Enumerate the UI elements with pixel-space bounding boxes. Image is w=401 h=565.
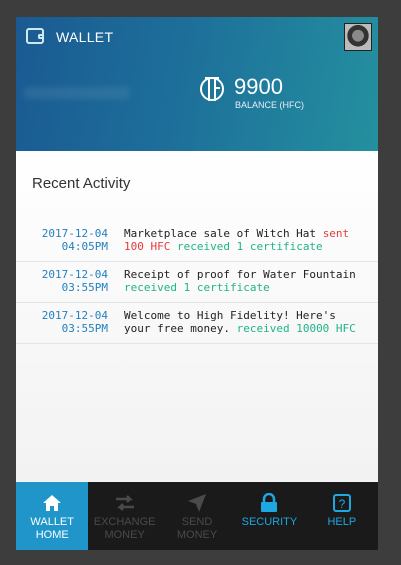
activity-description: Marketplace sale of Witch Hat sent 100 H… xyxy=(108,227,369,253)
svg-text:?: ? xyxy=(338,497,345,511)
balance-label: BALANCE (HFC) xyxy=(235,100,305,110)
nav-label: MONEY xyxy=(104,529,145,541)
bottom-nav: WALLET HOME EXCHANGE MONEY SEND MONEY SE… xyxy=(16,482,378,550)
nav-help[interactable]: ? HELP xyxy=(306,482,378,550)
help-icon: ? xyxy=(306,490,378,516)
activity-list: 2017-12-04 04:05PM Marketplace sale of W… xyxy=(16,221,378,344)
nav-label: HELP xyxy=(327,516,357,528)
activity-description: Welcome to High Fidelity! Here's your fr… xyxy=(108,309,369,335)
recent-activity-section: Recent Activity 2017-12-04 04:05PM Marke… xyxy=(16,151,378,481)
activity-time: 04:05PM xyxy=(61,240,108,253)
activity-item: 2017-12-04 03:55PM Receipt of proof for … xyxy=(16,262,378,303)
activity-date: 2017-12-04 xyxy=(41,309,108,322)
blurred-username xyxy=(24,87,129,99)
activity-description: Receipt of proof for Water Fountain rece… xyxy=(108,268,369,294)
nav-label: HOME xyxy=(35,529,69,541)
hfc-currency-icon xyxy=(200,77,224,101)
activity-timestamp: 2017-12-04 04:05PM xyxy=(16,227,108,253)
avatar[interactable] xyxy=(344,23,372,51)
activity-date: 2017-12-04 xyxy=(41,227,108,240)
nav-label: SECURITY xyxy=(241,516,298,528)
nav-label: SEND xyxy=(181,516,213,528)
nav-label: WALLET xyxy=(30,516,74,528)
activity-timestamp: 2017-12-04 03:55PM xyxy=(16,309,108,335)
activity-received: received 1 certificate xyxy=(176,240,323,253)
home-icon xyxy=(16,490,88,516)
nav-label: EXCHANGE xyxy=(93,516,156,528)
wallet-title: WALLET xyxy=(56,29,114,45)
wallet-header: WALLET 9900 BALANCE (HFC) xyxy=(16,17,378,151)
exchange-icon xyxy=(88,490,160,516)
nav-label: MONEY xyxy=(176,529,218,541)
nav-exchange-money[interactable]: EXCHANGE MONEY xyxy=(88,482,160,550)
activity-time: 03:55PM xyxy=(61,281,108,294)
activity-item: 2017-12-04 04:05PM Marketplace sale of W… xyxy=(16,221,378,262)
lock-icon xyxy=(233,490,305,516)
nav-security[interactable]: SECURITY xyxy=(233,482,305,550)
wallet-app: WALLET 9900 BALANCE (HFC) Recent Activit… xyxy=(16,17,378,550)
balance-value: 9900 xyxy=(234,74,283,99)
activity-received: received 10000 HFC xyxy=(236,322,356,335)
activity-received: received 1 certificate xyxy=(124,281,270,294)
wallet-icon xyxy=(26,28,44,44)
section-title: Recent Activity xyxy=(32,175,131,192)
activity-date: 2017-12-04 xyxy=(41,268,108,281)
nav-send-money[interactable]: SEND MONEY xyxy=(161,482,233,550)
activity-time: 03:55PM xyxy=(61,322,108,335)
activity-item: 2017-12-04 03:55PM Welcome to High Fidel… xyxy=(16,303,378,344)
activity-text: Receipt of proof for Water Fountain xyxy=(124,268,356,281)
activity-timestamp: 2017-12-04 03:55PM xyxy=(16,268,108,294)
activity-text: Marketplace sale of Witch Hat xyxy=(124,227,317,240)
send-icon xyxy=(161,490,233,516)
nav-wallet-home[interactable]: WALLET HOME xyxy=(16,482,89,550)
